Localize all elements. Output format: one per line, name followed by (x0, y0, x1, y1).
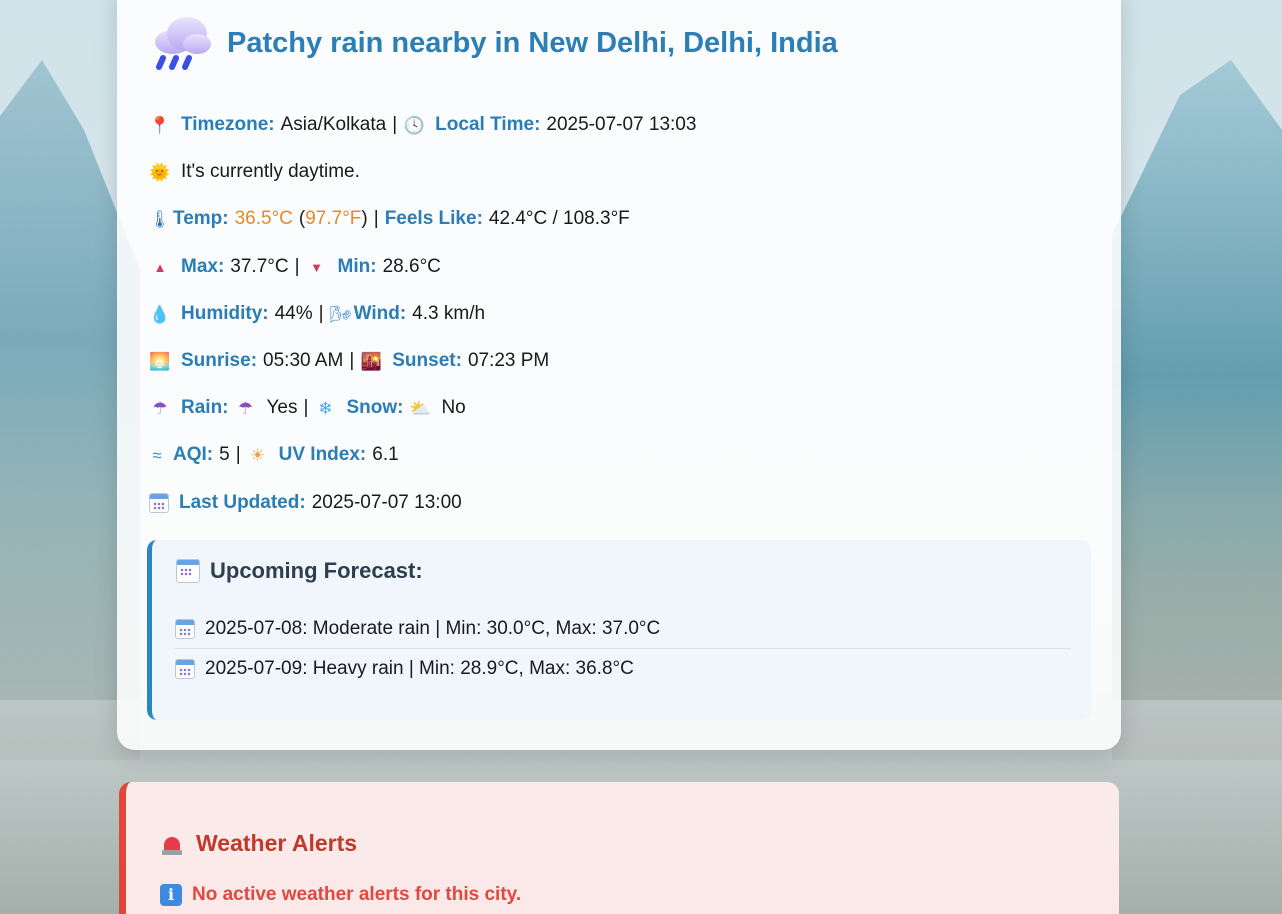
weather-header: Patchy rain nearby in New Delhi, Delhi, … (151, 14, 838, 72)
calendar-icon (176, 559, 200, 583)
sunset-label: Sunset: (392, 350, 462, 371)
forecast-item: 2025-07-09: Heavy rain | Min: 28.9°C, Ma… (175, 650, 1071, 688)
localtime-label: Local Time: (435, 114, 541, 135)
max-value: 37.7°C (230, 256, 289, 277)
page-title: Patchy rain nearby in New Delhi, Delhi, … (227, 26, 838, 59)
paren-close: ) (361, 208, 368, 229)
rain-cloud-icon (151, 14, 213, 72)
humidity-value: 44% (274, 303, 313, 324)
forecast-item-text: 2025-07-09: Heavy rain | Min: 28.9°C, Ma… (205, 658, 634, 679)
umbrella-icon: ☂ (237, 398, 254, 418)
clock-icon: 🕓 (403, 115, 425, 135)
sun-face-icon: 🌞 (149, 162, 171, 182)
sun-times-row: 🌅 Sunrise: 05:30 AM | 🌇 Sunset: 07:23 PM (149, 350, 549, 372)
wind-value: 4.3 km/h (412, 303, 486, 324)
wind-label: Wind: (353, 303, 407, 324)
aqi-value: 5 (219, 444, 230, 465)
daytime-row: 🌞 It's currently daytime. (149, 161, 360, 183)
min-label: Min: (337, 256, 377, 277)
droplet-icon: 💧 (149, 304, 171, 324)
weather-card: Patchy rain nearby in New Delhi, Delhi, … (117, 0, 1121, 750)
temp-label: Temp: (173, 208, 229, 229)
alerts-message-row: i No active weather alerts for this city… (160, 884, 521, 906)
uv-label: UV Index: (278, 444, 367, 465)
up-triangle-icon: ▲ (153, 259, 167, 275)
timezone-row: 📍 Timezone: Asia/Kolkata | 🕓 Local Time:… (149, 114, 696, 136)
max-label: Max: (181, 256, 225, 277)
localtime-value: 2025-07-07 13:03 (546, 114, 697, 135)
sun-icon: ☀ (250, 445, 266, 465)
calendar-icon (175, 659, 195, 679)
alerts-heading: Weather Alerts (162, 830, 357, 857)
temperature-row: 🌡 Temp: 36.5°C ( 97.7°F ) | Feels Like: … (149, 208, 630, 230)
sun-cloud-icon: ⛅ (409, 398, 432, 418)
sunrise-icon: 🌅 (149, 351, 171, 371)
feels-like-label: Feels Like: (384, 208, 483, 229)
alerts-message: No active weather alerts for this city. (192, 884, 522, 905)
last-updated-row: Last Updated: 2025-07-07 13:00 (149, 492, 462, 514)
snowflake-icon: ❄ (318, 398, 333, 418)
forecast-panel: Upcoming Forecast: 2025-07-08: Moderate … (147, 540, 1091, 720)
minmax-row: ▲ Max: 37.7°C | ▼ Min: 28.6°C (149, 256, 441, 278)
temp-fahrenheit: 97.7°F (305, 208, 362, 229)
background-trees-right (1112, 60, 1282, 760)
aqi-label: AQI: (173, 444, 214, 465)
uv-value: 6.1 (372, 444, 399, 465)
calendar-icon (149, 493, 169, 513)
wind-icon: 🌬 (329, 304, 352, 324)
separator: | (392, 114, 398, 135)
precipitation-row: ☂ Rain: ☂ Yes | ❄ Snow: ⛅ No (149, 397, 466, 419)
rain-value: Yes (266, 397, 298, 418)
alerts-panel: Weather Alerts i No active weather alert… (119, 782, 1119, 914)
snow-label: Snow: (346, 397, 404, 418)
timezone-value: Asia/Kolkata (280, 114, 387, 135)
timezone-label: Timezone: (181, 114, 275, 135)
snow-value: No (441, 397, 466, 418)
last-updated-value: 2025-07-07 13:00 (311, 492, 462, 513)
calendar-icon (175, 619, 195, 639)
daytime-text: It's currently daytime. (181, 161, 360, 182)
min-value: 28.6°C (382, 256, 441, 277)
humidity-label: Humidity: (181, 303, 269, 324)
sunset-icon: 🌇 (360, 351, 382, 371)
separator: | (235, 444, 241, 465)
last-updated-label: Last Updated: (179, 492, 306, 513)
sunset-value: 07:23 PM (467, 350, 550, 371)
fog-icon: ≈ (152, 445, 162, 465)
separator: | (303, 397, 309, 418)
info-icon: i (160, 884, 182, 906)
separator: | (373, 208, 379, 229)
forecast-item-text: 2025-07-08: Moderate rain | Min: 30.0°C,… (205, 618, 661, 639)
feels-like-value: 42.4°C / 108.3°F (488, 208, 630, 229)
separator: | (318, 303, 324, 324)
umbrella-icon: ☂ (152, 398, 168, 418)
separator: | (294, 256, 300, 277)
siren-icon (162, 833, 182, 855)
sunrise-value: 05:30 AM (263, 350, 344, 371)
humidity-wind-row: 💧 Humidity: 44% | 🌬 Wind: 4.3 km/h (149, 303, 485, 325)
sunrise-label: Sunrise: (181, 350, 258, 371)
rain-label: Rain: (181, 397, 229, 418)
down-triangle-icon: ▼ (310, 259, 323, 275)
alerts-title: Weather Alerts (196, 830, 358, 856)
separator: | (349, 350, 355, 371)
forecast-title: Upcoming Forecast: (210, 558, 423, 583)
temp-celsius: 36.5°C (234, 208, 293, 229)
thermometer-icon: 🌡 (149, 209, 171, 229)
aqi-uv-row: ≈ AQI: 5 | ☀ UV Index: 6.1 (149, 444, 399, 466)
forecast-heading: Upcoming Forecast: (176, 558, 423, 584)
forecast-item: 2025-07-08: Moderate rain | Min: 30.0°C,… (175, 610, 1071, 649)
pin-icon: 📍 (149, 115, 171, 135)
